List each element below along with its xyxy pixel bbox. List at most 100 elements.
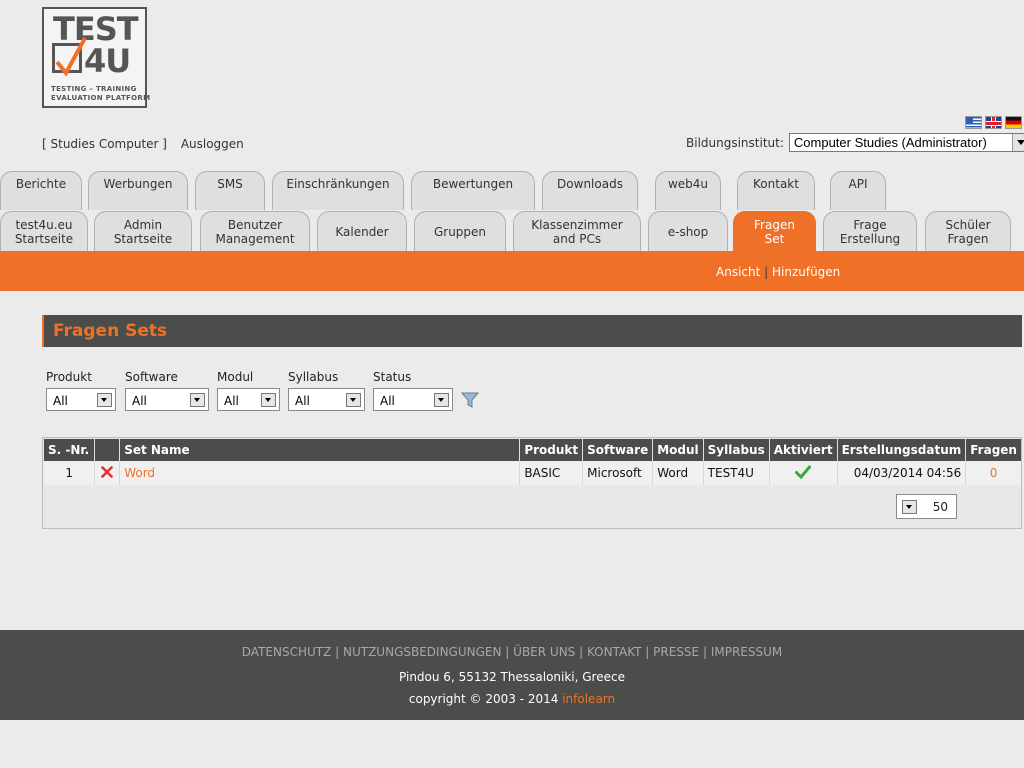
chevron-down-icon [346, 393, 361, 407]
select-value: All [53, 394, 68, 408]
company-link[interactable]: infolearn [562, 692, 615, 706]
tab-label: Kalender [335, 224, 389, 239]
chevron-down-icon [97, 393, 112, 407]
fragen-count-link[interactable]: 0 [990, 466, 998, 480]
tab-admin-startseite[interactable]: Admin Startseite [94, 211, 192, 251]
check-icon[interactable] [769, 461, 838, 485]
col-produkt[interactable]: Produkt [519, 439, 584, 461]
select-value: All [380, 394, 395, 408]
tab-fragen-set[interactable]: Fragen Set [733, 211, 816, 251]
col-syllabus[interactable]: Syllabus [703, 439, 770, 461]
tab-bewertungen[interactable]: Bewertungen [411, 171, 535, 210]
tab-label: Kontakt [753, 177, 799, 191]
tab-label: API [848, 177, 868, 191]
tab-kalender[interactable]: Kalender [317, 211, 407, 251]
tab-label: Frage Erstellung [839, 217, 901, 246]
filter-modul: Modul All [217, 370, 280, 411]
tab-downloads[interactable]: Downloads [542, 171, 638, 210]
tab-sms[interactable]: SMS [195, 171, 265, 210]
institute-value: Computer Studies (Administrator) [793, 135, 987, 150]
subnav-add-link[interactable]: Hinzufügen [772, 265, 840, 279]
tab-schueler-fragen[interactable]: Schüler Fragen [925, 211, 1011, 251]
tab-e-shop[interactable]: e-shop [648, 211, 728, 251]
modul-select[interactable]: All [217, 388, 280, 411]
tab-label: Admin Startseite [113, 217, 173, 246]
set-name-link[interactable]: Word [124, 466, 155, 480]
tab-frage-erstellung[interactable]: Frage Erstellung [823, 211, 917, 251]
footer-address: Pindou 6, 55132 Thessaloniki, Greece [399, 670, 625, 684]
select-value: All [295, 394, 310, 408]
tab-kontakt[interactable]: Kontakt [737, 171, 815, 210]
footer-link-kontakt[interactable]: KONTAKT [587, 645, 642, 659]
german-flag-icon[interactable] [1005, 116, 1022, 129]
chevron-down-icon [190, 393, 205, 407]
section-header: Fragen Sets [42, 315, 1022, 347]
uk-flag-icon[interactable] [985, 116, 1002, 129]
cell-fragen: 0 [965, 461, 1021, 485]
tab-web4u[interactable]: web4u [655, 171, 721, 210]
tab-label: Gruppen [433, 224, 487, 239]
tab-klassenzimmer[interactable]: Klassenzimmer and PCs [513, 211, 641, 251]
tab-berichte[interactable]: Berichte [0, 171, 82, 210]
chevron-down-icon [902, 500, 917, 514]
tab-werbungen[interactable]: Werbungen [88, 171, 188, 210]
footer-link-impressum[interactable]: IMPRESSUM [711, 645, 782, 659]
col-nr[interactable]: S. -Nr. [44, 439, 96, 461]
subnav-separator: | [760, 265, 772, 279]
tab-benutzer-management[interactable]: Benutzer Management [200, 211, 310, 251]
filter-syllabus: Syllabus All [288, 370, 365, 411]
tab-label: Benutzer Management [215, 217, 295, 246]
footer-nav: DATENSCHUTZ | NUTZUNGSBEDINGUNGEN | ÜBER… [241, 645, 783, 659]
account-link[interactable]: [ Studies Computer ] [42, 137, 167, 151]
col-erstellungsdatum[interactable]: Erstellungsdatum [837, 439, 967, 461]
syllabus-select[interactable]: All [288, 388, 365, 411]
cell-syllabus: TEST4U [703, 461, 770, 485]
cell-software: Microsoft [582, 461, 654, 485]
footer-link-datenschutz[interactable]: DATENSCHUTZ [242, 645, 332, 659]
tab-label: Downloads [557, 177, 623, 191]
subnav-view-link[interactable]: Ansicht [716, 265, 760, 279]
produkt-select[interactable]: All [46, 388, 116, 411]
tab-einschraenkungen[interactable]: Einschränkungen [272, 171, 404, 210]
tab-label: Berichte [15, 177, 67, 191]
filter-label: Produkt [46, 370, 92, 384]
col-fragen[interactable]: Fragen [965, 439, 1021, 461]
greek-flag-icon[interactable] [965, 116, 982, 129]
col-aktiviert[interactable]: Aktiviert [769, 439, 838, 461]
filter-label: Modul [217, 370, 254, 384]
filter-label: Syllabus [288, 370, 339, 384]
status-select[interactable]: All [373, 388, 453, 411]
table-row: 1 Word BASIC Microsoft Word TEST4U 04/03… [44, 461, 1021, 485]
question-sets-table-container: S. -Nr. Set Name Produkt Software Modul … [42, 437, 1022, 529]
col-set-name[interactable]: Set Name [119, 439, 521, 461]
copyright-text: copyright © 2003 - 2014 [408, 692, 563, 706]
tab-label: Schüler Fragen [945, 217, 991, 246]
cell-produkt: BASIC [519, 461, 584, 485]
tab-test4u-startseite[interactable]: test4u.eu Startseite [0, 211, 88, 251]
tab-api[interactable]: API [830, 171, 886, 210]
logo-checkbox-icon [52, 37, 87, 77]
software-select[interactable]: All [125, 388, 209, 411]
user-links: [ Studies Computer ] Ausloggen [42, 137, 254, 151]
page-size-select[interactable]: 50 [896, 494, 957, 519]
footer: DATENSCHUTZ | NUTZUNGSBEDINGUNGEN | ÜBER… [0, 630, 1024, 720]
language-flags [965, 116, 1022, 129]
footer-link-presse[interactable]: PRESSE [653, 645, 699, 659]
logo-tagline-1: TESTING – TRAINING [51, 85, 137, 93]
filter-funnel-icon[interactable] [460, 391, 480, 412]
chevron-down-icon [261, 393, 276, 407]
tab-label: web4u [667, 177, 709, 191]
col-software[interactable]: Software [582, 439, 654, 461]
delete-icon[interactable] [94, 461, 121, 485]
footer-link-nutzungsbedingungen[interactable]: NUTZUNGSBEDINGUNGEN [343, 645, 501, 659]
cell-nr: 1 [44, 461, 96, 485]
institute-dropdown[interactable]: Computer Studies (Administrator) [788, 133, 1024, 152]
tab-gruppen[interactable]: Gruppen [414, 211, 506, 251]
logout-link[interactable]: Ausloggen [181, 137, 244, 151]
col-modul[interactable]: Modul [652, 439, 704, 461]
filter-software: Software All [125, 370, 209, 411]
institute-label: Bildungsinstitut: [686, 135, 784, 150]
footer-link-ueber-uns[interactable]: ÜBER UNS [513, 645, 575, 659]
test4u-logo[interactable]: TEST 4U TESTING – TRAINING EVALUATION PL… [42, 7, 150, 108]
cell-modul: Word [652, 461, 704, 485]
